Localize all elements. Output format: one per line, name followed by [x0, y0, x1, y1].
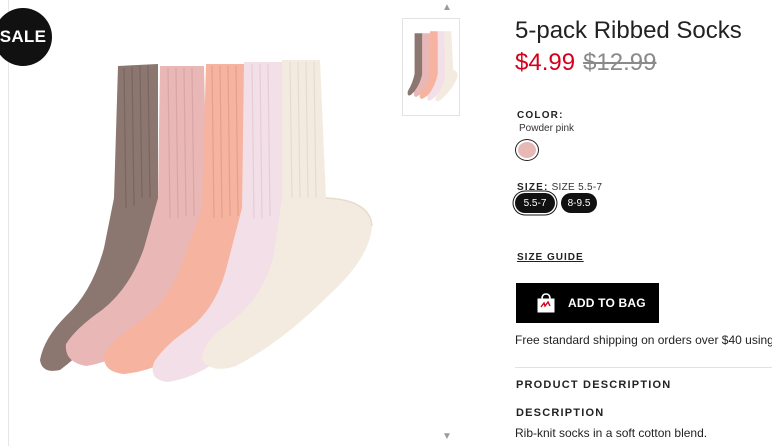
color-swatch-powder-pink[interactable]	[515, 139, 539, 161]
swatch-fill	[518, 142, 536, 158]
product-description-heading[interactable]: PRODUCT DESCRIPTION	[516, 379, 671, 391]
sale-price: $4.99	[515, 49, 576, 76]
selected-size: SIZE 5.5-7	[551, 182, 603, 193]
description-text: Rib-knit socks in a soft cotton blend.	[515, 426, 708, 440]
product-title: 5-pack Ribbed Socks	[515, 17, 742, 44]
size-label: SIZE:	[517, 182, 549, 193]
shipping-note: Free standard shipping on orders over $4…	[515, 333, 772, 347]
size-guide-link[interactable]: SIZE GUIDE	[517, 252, 584, 263]
section-divider	[515, 367, 772, 368]
color-value: Powder pink	[519, 123, 575, 134]
original-price: $12.99	[583, 49, 657, 76]
thumbnail-rail: ▲ ▼	[402, 0, 460, 446]
chevron-up-icon[interactable]: ▲	[441, 3, 453, 13]
chevron-down-icon[interactable]: ▼	[441, 432, 453, 442]
thumbnail-image[interactable]	[402, 18, 460, 116]
add-to-bag-label: ADD TO BAG	[568, 296, 646, 310]
size-option-8-9-5[interactable]: 8-9.5	[561, 193, 597, 213]
product-image[interactable]	[20, 48, 390, 388]
color-label: COLOR:	[517, 110, 564, 121]
shopping-bag-icon	[537, 293, 555, 313]
add-to-bag-button[interactable]: ADD TO BAG	[516, 283, 659, 323]
description-heading: DESCRIPTION	[516, 407, 605, 419]
price-row: $4.99 $12.99	[515, 49, 656, 77]
size-option-5-5-7[interactable]: 5.5-7	[515, 193, 555, 213]
page-divider	[8, 0, 9, 446]
